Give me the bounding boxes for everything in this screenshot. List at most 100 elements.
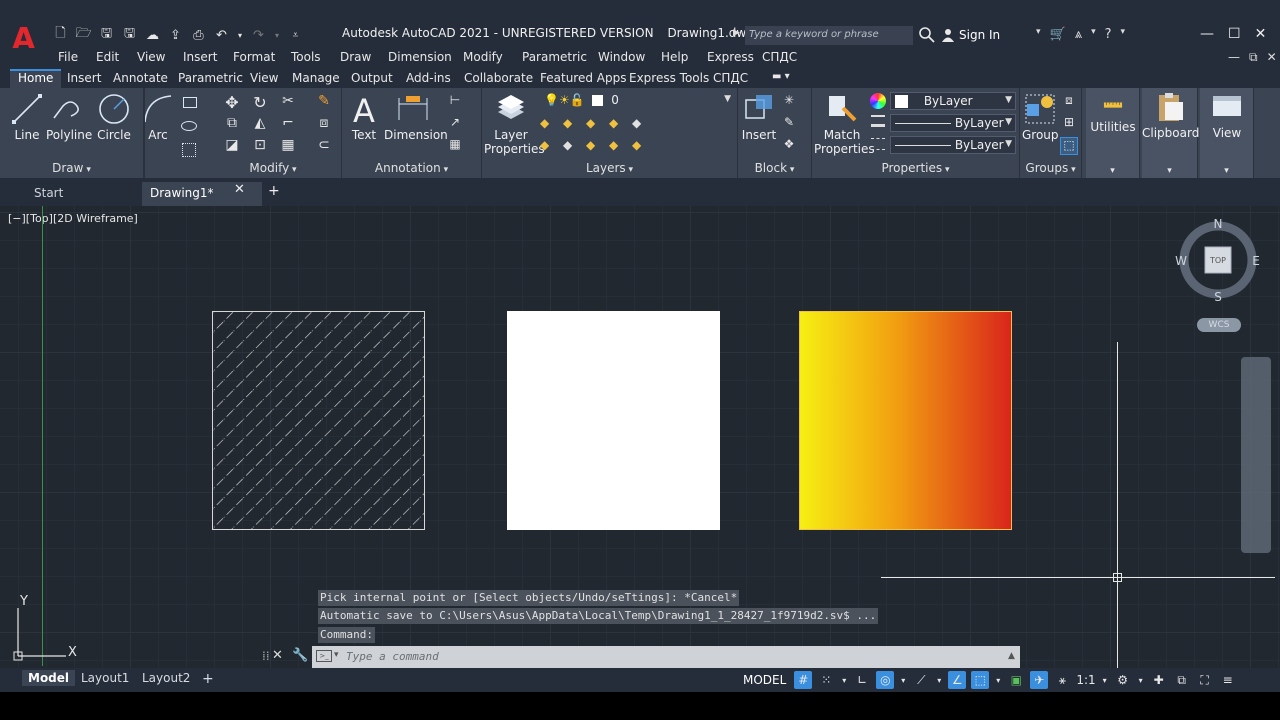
tab-spds[interactable]: СПДС <box>713 69 748 88</box>
undo-dropdown-icon[interactable]: ▾ <box>236 27 244 44</box>
panel-draw-title[interactable]: Draw <box>0 161 143 175</box>
menu-modify[interactable]: Modify <box>463 50 503 64</box>
command-line-grip-icon[interactable]: ⁞⁞ <box>262 649 270 665</box>
tab-manage[interactable]: Manage <box>292 69 340 88</box>
help-dropdown-icon[interactable]: ▾ <box>1121 27 1126 42</box>
insert-block-button[interactable]: Insert <box>740 92 778 142</box>
annotation-scale-label[interactable]: 1:1 <box>1076 671 1095 689</box>
layer-unisolate-icon[interactable]: ◆ <box>563 138 581 156</box>
array-icon[interactable]: ▦ <box>279 137 297 155</box>
doc-close-icon[interactable]: ✕ <box>1267 50 1277 65</box>
viewcube[interactable]: TOP N S E W <box>1172 213 1264 305</box>
layer-isolate-icon[interactable]: ◆ <box>563 116 581 134</box>
tab-collaborate[interactable]: Collaborate <box>464 69 533 88</box>
tab-home[interactable]: Home <box>10 69 62 88</box>
layer-off-icon[interactable]: ◆ <box>540 116 558 134</box>
circle-button[interactable]: Circle <box>94 92 134 142</box>
layout-tab-layout1[interactable]: Layout1 <box>75 670 135 686</box>
erase-icon[interactable]: ✎ <box>315 93 333 111</box>
color-dropdown[interactable]: ByLayer ▼ <box>890 92 1016 110</box>
model-space-button[interactable]: MODEL <box>740 673 789 687</box>
panel-block-title[interactable]: Block <box>738 161 811 175</box>
new-file-icon[interactable]: 🗋 <box>52 26 69 44</box>
layer-dropdown[interactable]: 💡☀🔓 0 ▼ <box>540 92 734 110</box>
linetype-dropdown[interactable]: ByLayer ▼ <box>890 136 1016 154</box>
layer-on-icon[interactable]: ◆ <box>540 138 558 156</box>
layout-tab-layout2[interactable]: Layout2 <box>136 670 196 686</box>
layer-unlock-icon[interactable]: ◆ <box>609 138 627 156</box>
cloud-save-icon[interactable]: ⇪ <box>167 27 184 44</box>
search-icon[interactable] <box>918 26 936 44</box>
menu-draw[interactable]: Draw <box>340 50 371 64</box>
clipboard-expand-icon[interactable]: ▾ <box>1142 166 1197 176</box>
cart-icon[interactable]: 🛒 <box>1050 27 1066 42</box>
lineweight-icon[interactable] <box>871 115 885 127</box>
viewport-controls-label[interactable]: [−][Top][2D Wireframe] <box>8 212 138 225</box>
minimize-icon[interactable]: — <box>1200 26 1214 42</box>
auto-scale-icon[interactable]: ⚹ <box>1053 671 1071 689</box>
command-close-icon[interactable]: ✕ <box>272 648 283 663</box>
snap-dropdown-icon[interactable]: ▾ <box>840 671 848 689</box>
menu-format[interactable]: Format <box>233 50 275 64</box>
ungroup-icon[interactable]: ⧈ <box>1060 93 1078 111</box>
polar-dropdown-icon[interactable]: ▾ <box>899 671 907 689</box>
save-icon[interactable]: 🖫 <box>98 26 115 44</box>
linetype-icon[interactable] <box>871 138 885 150</box>
menu-dimension[interactable]: Dimension <box>388 50 452 64</box>
maximize-icon[interactable]: ☐ <box>1228 26 1241 42</box>
snap-icon[interactable]: ⁙ <box>817 671 835 689</box>
open-folder-icon[interactable]: 🗁 <box>75 26 92 44</box>
object-snap-dropdown-icon[interactable]: ▾ <box>994 671 1002 689</box>
doc-minimize-icon[interactable]: — <box>1228 50 1240 65</box>
lineweight-dropdown[interactable]: ByLayer ▼ <box>890 114 1016 132</box>
sign-in-button[interactable]: Sign In <box>941 28 1000 42</box>
table-icon[interactable]: ▦ <box>446 137 464 155</box>
view-button[interactable]: View <box>1200 90 1254 140</box>
object-snap-tracking-icon[interactable]: ∠ <box>948 671 967 689</box>
leader-icon[interactable]: ↗ <box>446 115 464 133</box>
stretch-icon[interactable]: ◪ <box>223 137 241 155</box>
transparency-icon[interactable]: ▣ <box>1007 671 1025 689</box>
workspace-dropdown-icon[interactable]: ▾ <box>1137 671 1145 689</box>
sign-in-dropdown-icon[interactable]: ▾ <box>1036 27 1041 42</box>
rotate-icon[interactable]: ↻ <box>251 93 269 112</box>
explode-icon[interactable]: ⧈ <box>315 115 333 133</box>
edit-block-icon[interactable]: ✎ <box>780 115 798 133</box>
a360-dropdown-icon[interactable]: ▾ <box>1091 27 1096 42</box>
linear-dim-icon[interactable]: ⊢ <box>446 93 464 111</box>
new-tab-icon[interactable]: + <box>268 183 280 199</box>
command-input[interactable]: Type a command <box>312 646 1020 668</box>
clean-screen-icon[interactable]: ⛶ <box>1196 671 1214 689</box>
gradient-square[interactable] <box>799 311 1012 530</box>
panel-view[interactable]: View ▾ <box>1200 88 1254 178</box>
group-button[interactable]: Group <box>1022 92 1059 142</box>
a360-icon[interactable]: ⩓ <box>1075 27 1082 42</box>
menu-help[interactable]: Help <box>661 50 688 64</box>
cloud-open-icon[interactable]: ☁ <box>144 27 161 44</box>
wcs-menu-button[interactable]: WCS <box>1197 318 1241 332</box>
scale-icon[interactable]: ⊡ <box>251 137 269 155</box>
redo-dropdown-icon[interactable]: ▾ <box>273 27 281 44</box>
match-properties-button[interactable]: Match Properties <box>814 92 875 156</box>
text-button[interactable]: A Text <box>348 92 380 142</box>
dimension-button[interactable]: Dimension <box>384 92 448 142</box>
menu-spds[interactable]: СПДС <box>762 50 797 64</box>
layer-properties-button[interactable]: Layer Properties <box>484 92 545 156</box>
customize-qat-icon[interactable]: ⩡ <box>287 27 304 44</box>
panel-properties-title[interactable]: Properties <box>812 161 1019 175</box>
fillet-icon[interactable]: ⌐ <box>279 115 297 133</box>
tab-featured-apps[interactable]: Featured Apps <box>540 69 626 88</box>
layer-thaw-icon[interactable]: ◆ <box>586 138 604 156</box>
annotation-monitor-icon[interactable]: ✚ <box>1150 671 1168 689</box>
plot-icon[interactable]: ⎙ <box>190 27 207 44</box>
panel-groups-title[interactable]: Groups <box>1020 161 1081 175</box>
line-button[interactable]: Line <box>8 92 46 142</box>
menu-parametric[interactable]: Parametric <box>522 50 587 64</box>
create-block-icon[interactable]: ✳ <box>780 93 798 111</box>
polyline-button[interactable]: Polyline <box>46 92 92 142</box>
doc-restore-icon[interactable]: ⧉ <box>1249 50 1258 65</box>
customization-menu-icon[interactable]: ≡ <box>1219 671 1237 689</box>
tab-insert[interactable]: Insert <box>67 69 101 88</box>
tab-annotate[interactable]: Annotate <box>113 69 168 88</box>
group-selection-icon[interactable]: ⬚ <box>1060 137 1078 155</box>
